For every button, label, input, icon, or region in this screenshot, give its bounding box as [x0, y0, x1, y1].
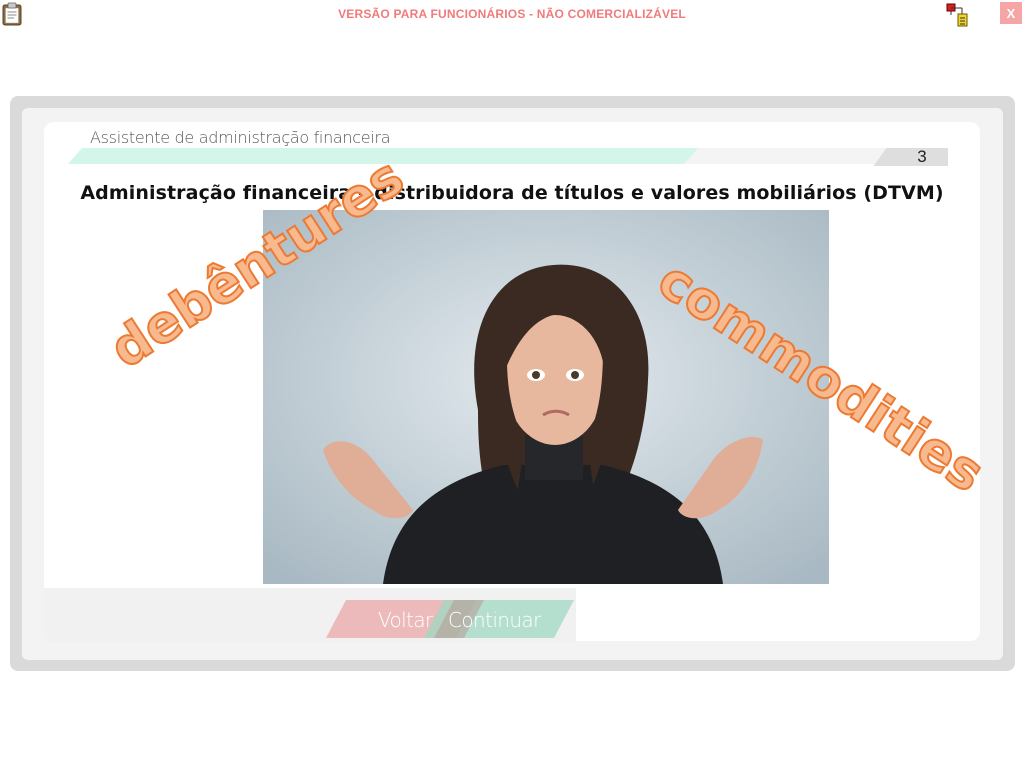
banner-text: VERSÃO PARA FUNCIONÁRIOS - NÃO COMERCIAL…	[338, 7, 686, 21]
continue-button[interactable]: Continuar	[414, 600, 574, 638]
slide-number: 3	[917, 147, 927, 166]
assistant-title: Assistente de administração financeira	[90, 128, 391, 147]
close-button[interactable]: X	[1000, 2, 1022, 24]
top-bar: VERSÃO PARA FUNCIONÁRIOS - NÃO COMERCIAL…	[0, 0, 1024, 30]
network-icon[interactable]	[944, 3, 972, 27]
progress-bar	[68, 148, 948, 166]
continue-button-label: Continuar	[448, 608, 541, 632]
woman-shrugging-photo	[263, 210, 829, 584]
page-heading: Administração financeira – distribuidora…	[80, 182, 944, 204]
